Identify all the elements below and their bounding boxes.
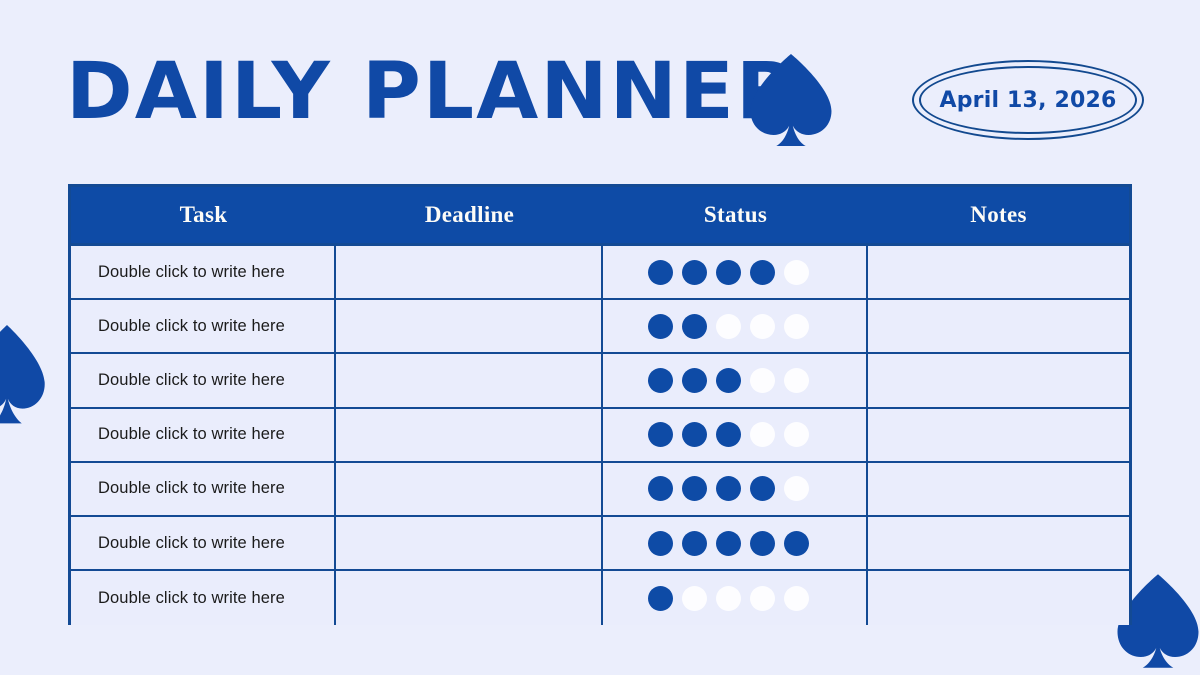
status-dot-filled[interactable] xyxy=(682,259,707,285)
status-dot-group xyxy=(603,585,809,611)
notes-cell[interactable] xyxy=(868,246,1129,299)
status-dot-empty[interactable] xyxy=(750,422,775,448)
spade-icon xyxy=(0,310,48,440)
status-dot-filled[interactable] xyxy=(648,259,673,285)
status-dot-group xyxy=(603,530,809,556)
task-placeholder-text: Double click to write here xyxy=(98,262,285,281)
table-row: Double click to write here xyxy=(71,300,1129,355)
status-cell[interactable] xyxy=(603,408,868,461)
status-dot-empty[interactable] xyxy=(784,422,809,448)
deadline-cell[interactable] xyxy=(336,246,603,299)
notes-cell[interactable] xyxy=(868,354,1129,407)
status-dot-filled[interactable] xyxy=(648,585,673,611)
deadline-cell[interactable] xyxy=(336,354,603,407)
planner-table: Task Deadline Status Notes Double click … xyxy=(68,184,1132,626)
date-text: April 13, 2026 xyxy=(939,87,1117,113)
column-header-status: Status xyxy=(703,202,768,227)
notes-cell[interactable] xyxy=(868,300,1129,353)
status-dot-empty[interactable] xyxy=(750,367,775,393)
table-row: Double click to write here xyxy=(71,571,1129,626)
status-dot-filled[interactable] xyxy=(648,422,673,448)
status-dot-empty[interactable] xyxy=(784,313,809,339)
column-header-task: Task xyxy=(179,202,228,227)
planner-canvas: DAILY PLANNER April 13, 2026 Task Deadli… xyxy=(0,0,1200,675)
task-cell[interactable]: Double click to write here xyxy=(71,246,336,299)
status-dot-filled[interactable] xyxy=(682,530,707,556)
status-dot-filled[interactable] xyxy=(648,313,673,339)
status-dot-filled[interactable] xyxy=(750,476,775,502)
task-placeholder-text: Double click to write here xyxy=(98,370,285,389)
deadline-cell[interactable] xyxy=(336,462,603,515)
notes-cell[interactable] xyxy=(868,571,1129,626)
column-header-notes: Notes xyxy=(970,202,1027,227)
status-dot-filled[interactable] xyxy=(750,530,775,556)
status-dot-empty[interactable] xyxy=(716,313,741,339)
status-dot-filled[interactable] xyxy=(750,259,775,285)
status-dot-group xyxy=(603,476,809,502)
status-dot-empty[interactable] xyxy=(716,585,741,611)
task-placeholder-text: Double click to write here xyxy=(98,316,285,335)
status-dot-filled[interactable] xyxy=(716,476,741,502)
deadline-cell[interactable] xyxy=(336,300,603,353)
status-dot-filled[interactable] xyxy=(716,367,741,393)
task-placeholder-text: Double click to write here xyxy=(98,425,285,444)
notes-cell[interactable] xyxy=(868,462,1129,515)
task-cell[interactable]: Double click to write here xyxy=(71,516,336,570)
status-dot-filled[interactable] xyxy=(648,367,673,393)
status-dot-filled[interactable] xyxy=(716,259,741,285)
deadline-cell[interactable] xyxy=(336,516,603,570)
notes-cell[interactable] xyxy=(868,516,1129,570)
status-cell[interactable] xyxy=(603,571,868,626)
task-placeholder-text: Double click to write here xyxy=(98,533,285,552)
table-row: Double click to write here xyxy=(71,516,1129,572)
table-row: Double click to write here xyxy=(71,408,1129,463)
status-dot-empty[interactable] xyxy=(750,313,775,339)
table-row: Double click to write here xyxy=(71,354,1129,409)
status-dot-filled[interactable] xyxy=(716,422,741,448)
status-dot-empty[interactable] xyxy=(682,585,707,611)
status-dot-group xyxy=(603,313,809,339)
status-cell[interactable] xyxy=(603,354,868,407)
status-dot-filled[interactable] xyxy=(648,530,673,556)
status-dot-filled[interactable] xyxy=(648,476,673,502)
status-dot-filled[interactable] xyxy=(716,530,741,556)
status-dot-filled[interactable] xyxy=(682,313,707,339)
task-placeholder-text: Double click to write here xyxy=(98,588,285,607)
column-header-deadline: Deadline xyxy=(424,202,515,227)
task-cell[interactable]: Double click to write here xyxy=(71,354,336,407)
spade-icon xyxy=(745,52,837,148)
status-dot-group xyxy=(603,367,809,393)
task-cell[interactable]: Double click to write here xyxy=(71,571,336,626)
page-title: DAILY PLANNER xyxy=(66,47,800,137)
status-dot-group xyxy=(603,259,809,285)
table-header-row: Task Deadline Status Notes xyxy=(71,187,1129,246)
deadline-cell[interactable] xyxy=(336,571,603,626)
status-dot-filled[interactable] xyxy=(682,367,707,393)
status-cell[interactable] xyxy=(603,300,868,353)
status-dot-filled[interactable] xyxy=(682,476,707,502)
status-dot-empty[interactable] xyxy=(784,585,809,611)
task-cell[interactable]: Double click to write here xyxy=(71,300,336,353)
status-dot-filled[interactable] xyxy=(784,530,809,556)
table-body: Double click to write here Double click t… xyxy=(71,246,1129,626)
notes-cell[interactable] xyxy=(868,408,1129,461)
status-cell[interactable] xyxy=(603,516,868,570)
status-dot-filled[interactable] xyxy=(682,422,707,448)
table-row: Double click to write here xyxy=(71,462,1129,517)
date-badge[interactable]: April 13, 2026 xyxy=(912,60,1144,140)
table-row: Double click to write here xyxy=(71,246,1129,301)
task-cell[interactable]: Double click to write here xyxy=(71,408,336,461)
deadline-cell[interactable] xyxy=(336,408,603,461)
status-dot-empty[interactable] xyxy=(784,476,809,502)
status-dot-empty[interactable] xyxy=(784,259,809,285)
status-dot-group xyxy=(603,422,809,448)
task-placeholder-text: Double click to write here xyxy=(98,479,285,498)
status-dot-empty[interactable] xyxy=(784,367,809,393)
task-cell[interactable]: Double click to write here xyxy=(71,462,336,515)
status-dot-empty[interactable] xyxy=(750,585,775,611)
status-cell[interactable] xyxy=(603,462,868,515)
status-cell[interactable] xyxy=(603,246,868,299)
